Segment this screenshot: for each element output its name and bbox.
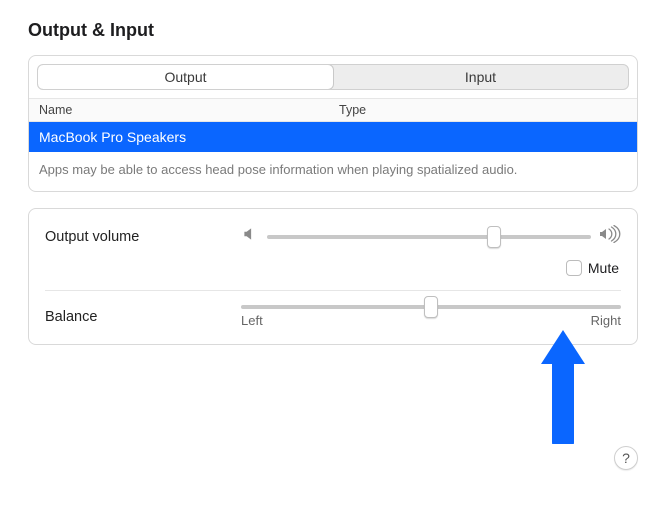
column-header-type: Type	[339, 103, 627, 117]
balance-thumb[interactable]	[424, 296, 438, 318]
column-header-name: Name	[39, 103, 339, 117]
tab-input[interactable]: Input	[333, 65, 628, 89]
devices-panel: Output Input Name Type MacBook Pro Speak…	[28, 55, 638, 192]
mute-checkbox[interactable]	[566, 260, 582, 276]
output-input-tabs: Output Input	[37, 64, 629, 90]
device-row-selected[interactable]: MacBook Pro Speakers	[29, 122, 637, 152]
balance-slider[interactable]	[241, 305, 621, 309]
output-volume-thumb[interactable]	[487, 226, 501, 248]
divider	[45, 290, 621, 291]
output-volume-slider[interactable]	[267, 235, 591, 239]
device-table-header: Name Type	[29, 98, 637, 122]
mute-label: Mute	[588, 260, 619, 276]
speaker-high-icon	[599, 225, 621, 248]
output-volume-label: Output volume	[45, 229, 225, 245]
output-volume-row: Output volume	[45, 225, 621, 248]
device-name: MacBook Pro Speakers	[39, 129, 186, 145]
tab-output[interactable]: Output	[38, 65, 333, 89]
balance-label: Balance	[45, 309, 225, 325]
balance-right-label: Right	[591, 313, 621, 328]
speaker-low-icon	[241, 225, 259, 248]
spatial-audio-note: Apps may be able to access head pose inf…	[29, 152, 637, 191]
help-button[interactable]: ?	[614, 446, 638, 470]
balance-left-label: Left	[241, 313, 263, 328]
controls-panel: Output volume	[28, 208, 638, 345]
page-title: Output & Input	[28, 20, 638, 41]
balance-row: Balance Left Right	[45, 305, 621, 328]
